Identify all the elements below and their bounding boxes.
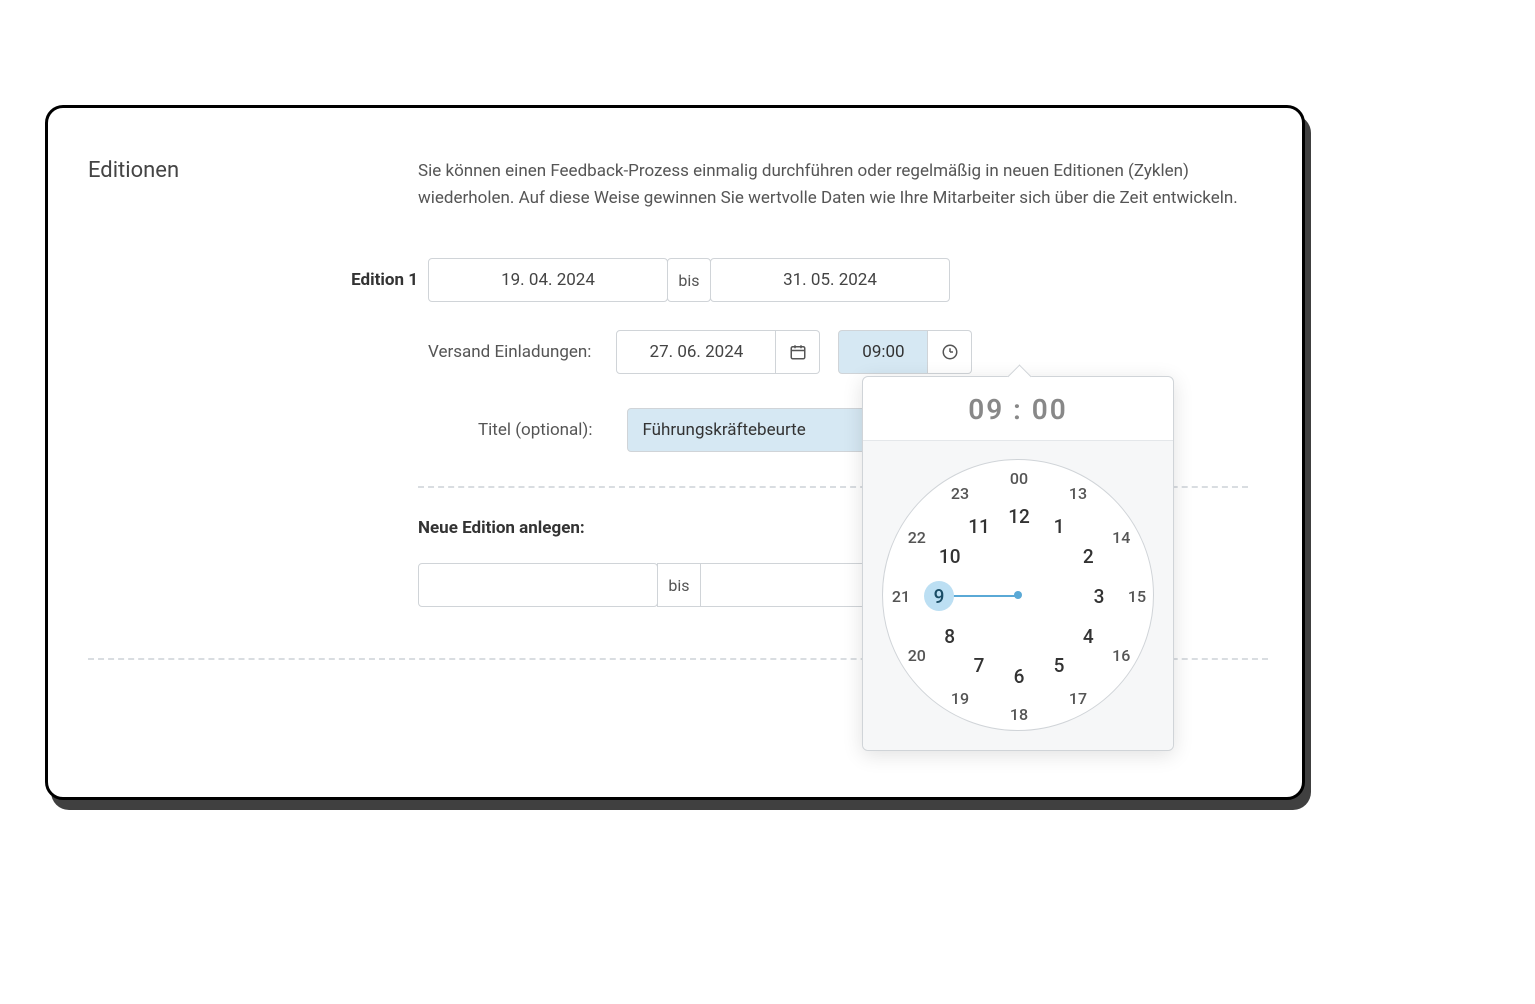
clock-area: 121234567891011001314151617181920212223 <box>863 440 1173 750</box>
hour-16[interactable]: 16 <box>1106 640 1136 670</box>
hour-23[interactable]: 23 <box>945 479 975 509</box>
edition1-from-date-input[interactable]: 19. 04. 2024 <box>428 258 668 302</box>
hour-17[interactable]: 17 <box>1063 683 1093 713</box>
titel-label: Titel (optional): <box>478 420 592 440</box>
neue-from-date-input[interactable] <box>418 563 658 607</box>
hour-4[interactable]: 4 <box>1073 621 1103 651</box>
calendar-icon <box>789 343 807 361</box>
section-title: Editionen <box>88 158 179 183</box>
versand-time-input[interactable]: 09:00 <box>838 330 928 374</box>
hour-22[interactable]: 22 <box>902 522 932 552</box>
editions-card: Editionen Sie können einen Feedback-Proz… <box>45 105 1305 800</box>
clock-hand <box>953 595 1018 597</box>
hour-13[interactable]: 13 <box>1063 479 1093 509</box>
edition1-label: Edition 1 <box>288 270 418 290</box>
clock-icon-button[interactable] <box>928 330 972 374</box>
hour-20[interactable]: 20 <box>902 640 932 670</box>
hour-8[interactable]: 8 <box>935 621 965 651</box>
hour-00[interactable]: 00 <box>1004 463 1034 493</box>
neue-to-separator: bis <box>657 563 701 607</box>
neue-edition-label-row: Neue Edition anlegen: <box>418 518 585 538</box>
clock-face[interactable]: 121234567891011001314151617181920212223 <box>882 459 1154 731</box>
time-picker-display: 09 : 00 <box>863 377 1173 440</box>
versand-date-input[interactable]: 27. 06. 2024 <box>616 330 776 374</box>
hour-9[interactable]: 9 <box>924 581 954 611</box>
neue-edition-label: Neue Edition anlegen: <box>418 518 585 538</box>
hour-2[interactable]: 2 <box>1073 541 1103 571</box>
time-picker-popover: 09 : 00 12123456789101100131415161718192… <box>862 376 1174 751</box>
versand-row: Versand Einladungen: 27. 06. 2024 09:00 <box>428 330 972 374</box>
clock-icon <box>941 343 959 361</box>
hour-12[interactable]: 12 <box>1004 501 1034 531</box>
hour-21[interactable]: 21 <box>886 581 916 611</box>
hour-15[interactable]: 15 <box>1122 581 1152 611</box>
hour-5[interactable]: 5 <box>1044 650 1074 680</box>
hour-14[interactable]: 14 <box>1106 522 1136 552</box>
edition1-row: Edition 1 19. 04. 2024 bis 31. 05. 2024 <box>288 258 950 302</box>
hour-10[interactable]: 10 <box>935 541 965 571</box>
hour-19[interactable]: 19 <box>945 683 975 713</box>
section-description: Sie können einen Feedback-Prozess einmal… <box>418 158 1268 212</box>
edition1-to-separator: bis <box>667 258 711 302</box>
hour-1[interactable]: 1 <box>1044 512 1074 542</box>
hour-11[interactable]: 11 <box>964 512 994 542</box>
hour-18[interactable]: 18 <box>1004 699 1034 729</box>
calendar-icon-button[interactable] <box>776 330 820 374</box>
versand-label: Versand Einladungen: <box>428 342 591 362</box>
hour-3[interactable]: 3 <box>1084 581 1114 611</box>
hour-6[interactable]: 6 <box>1004 661 1034 691</box>
edition1-to-date-input[interactable]: 31. 05. 2024 <box>710 258 950 302</box>
hour-7[interactable]: 7 <box>964 650 994 680</box>
